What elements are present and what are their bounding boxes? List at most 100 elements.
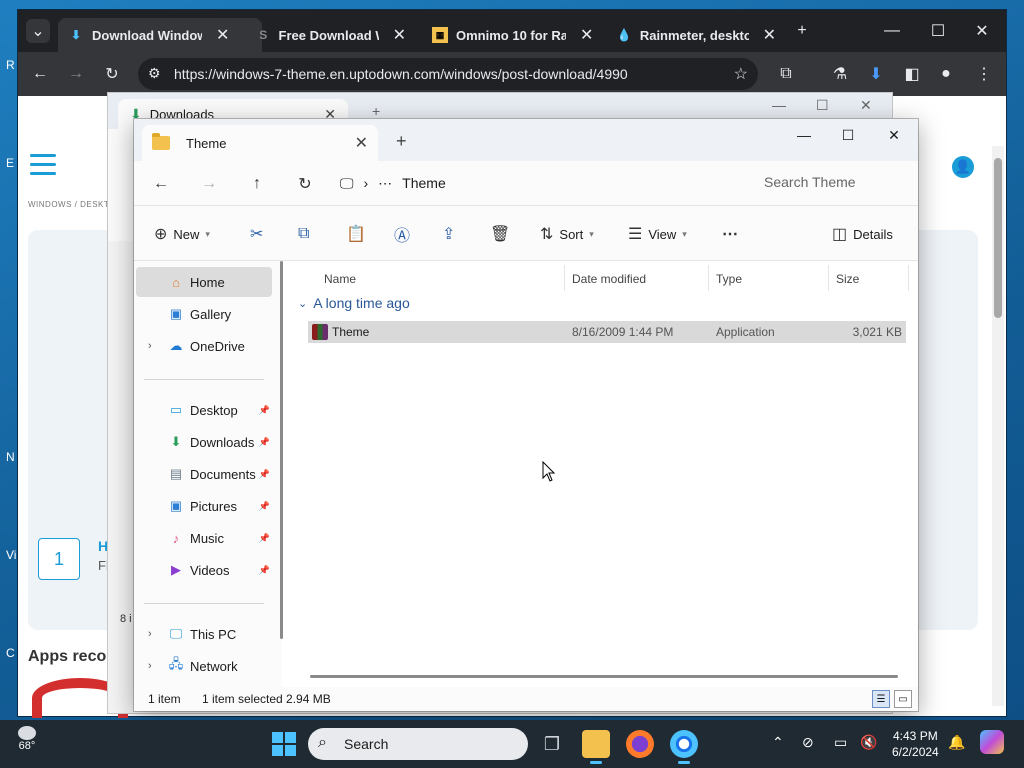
details-view-icon[interactable]: ☰ — [872, 690, 890, 708]
group-header[interactable]: ⌄ A long time ago — [298, 295, 410, 311]
delete-button[interactable]: 🗑 — [490, 222, 510, 246]
sidebar-item-downloads[interactable]: ⬇ Downloads 📌 — [136, 427, 272, 457]
column-divider[interactable] — [908, 265, 909, 291]
maximize-button[interactable]: ☐ — [926, 19, 950, 43]
site-user-icon[interactable]: 👤 — [952, 156, 974, 178]
address-breadcrumb[interactable]: 🖵 › ⋯ Theme — [340, 169, 736, 197]
copy-button[interactable]: ⧉ — [298, 222, 309, 246]
tab-search-button[interactable]: ⌄ — [26, 19, 50, 43]
profile-avatar-icon[interactable]: ● — [934, 62, 958, 86]
tiles-view-icon[interactable]: ▭ — [894, 690, 912, 708]
close-tab-icon[interactable]: ✕ — [355, 133, 368, 153]
column-divider[interactable] — [708, 265, 709, 291]
back-icon[interactable]: ← — [28, 62, 52, 86]
display-icon[interactable]: ▭ — [834, 734, 847, 751]
site-info-icon[interactable]: ⚙ — [148, 65, 161, 82]
column-header-type[interactable]: Type — [716, 267, 742, 291]
pin-icon[interactable]: 📌 — [259, 437, 270, 448]
explorer-tab-theme[interactable]: Theme ✕ — [142, 125, 378, 161]
column-header-size[interactable]: Size — [836, 267, 859, 291]
sidebar-item-gallery[interactable]: ▣ Gallery — [136, 299, 272, 329]
new-tab-icon[interactable]: + — [372, 103, 380, 119]
browser-tab-omnimo[interactable]: ▦ Omnimo 10 for Rain ✕ — [422, 18, 612, 52]
close-window-button[interactable]: ✕ — [860, 97, 872, 114]
chevron-right-icon[interactable]: › — [148, 340, 152, 352]
start-button[interactable] — [272, 732, 296, 756]
extensions-icon[interactable]: ⧉ — [774, 62, 798, 86]
close-tab-icon[interactable]: ✕ — [393, 25, 406, 45]
view-button[interactable]: ☰ View ▾ — [628, 222, 687, 246]
notification-bell-icon[interactable]: 🔔 — [948, 734, 965, 751]
chrome-taskbar-icon[interactable] — [670, 730, 698, 764]
browser-tab-free-download[interactable]: S Free Download Win ✕ — [246, 18, 416, 52]
close-tab-icon[interactable]: ✕ — [763, 25, 776, 45]
sidebar-item-home[interactable]: ⌂ Home — [136, 267, 272, 297]
new-button[interactable]: ⊕ New ▾ — [154, 222, 210, 246]
cut-button[interactable]: ✂ — [250, 222, 263, 246]
column-header-name[interactable]: Name — [324, 267, 356, 291]
sidebar-item-videos[interactable]: ▶ Videos 📌 — [136, 555, 272, 585]
pin-icon[interactable]: 📌 — [259, 469, 270, 480]
chevron-right-icon[interactable]: › — [148, 628, 152, 640]
maximize-button[interactable]: ☐ — [816, 97, 829, 114]
weather-widget[interactable]: 68° — [18, 726, 36, 752]
refresh-icon[interactable]: ↻ — [294, 173, 316, 195]
pin-icon[interactable]: 📌 — [259, 565, 270, 576]
column-header-date[interactable]: Date modified — [572, 267, 646, 291]
task-view-icon[interactable]: ❐ — [538, 730, 566, 758]
sidebar-item-desktop[interactable]: ▭ Desktop 📌 — [136, 395, 272, 425]
search-input[interactable]: Search Theme — [744, 167, 914, 197]
column-divider[interactable] — [828, 265, 829, 291]
minimize-button[interactable]: — — [880, 19, 904, 43]
minimize-button[interactable]: — — [772, 97, 786, 113]
network-offline-icon[interactable]: ⊘ — [802, 734, 814, 751]
details-pane-button[interactable]: ◫ Details — [832, 222, 893, 246]
scrollbar-thumb[interactable] — [994, 158, 1002, 318]
pin-icon[interactable]: 📌 — [259, 405, 270, 416]
breadcrumb-theme[interactable]: Theme — [402, 175, 446, 191]
up-icon[interactable]: ↑ — [246, 173, 268, 195]
new-tab-button[interactable]: + — [790, 19, 814, 43]
chevron-down-icon[interactable]: ⌄ — [298, 297, 307, 310]
volume-muted-icon[interactable]: 🔇 — [860, 734, 877, 751]
sidebar-item-documents[interactable]: ▤ Documents 📌 — [136, 459, 272, 489]
column-divider[interactable] — [564, 265, 565, 291]
close-tab-icon[interactable]: ✕ — [216, 25, 229, 45]
firefox-taskbar-icon[interactable] — [626, 730, 654, 758]
copilot-icon[interactable] — [980, 730, 1004, 754]
clock[interactable]: 4:43 PM 6/2/2024 — [892, 728, 939, 760]
sidebar-item-pictures[interactable]: ▣ Pictures 📌 — [136, 491, 272, 521]
pin-icon[interactable]: 📌 — [259, 533, 270, 544]
reload-icon[interactable]: ↻ — [100, 62, 124, 86]
minimize-button[interactable]: — — [784, 123, 824, 147]
browser-tab-rainmeter[interactable]: 💧 Rainmeter, desktop ✕ — [606, 18, 786, 52]
new-tab-icon[interactable]: + — [396, 131, 407, 152]
close-window-button[interactable]: ✕ — [874, 123, 914, 147]
address-bar[interactable]: ⚙ https://windows-7-theme.en.uptodown.co… — [138, 58, 758, 90]
sidebar-item-music[interactable]: ♪ Music 📌 — [136, 523, 272, 553]
sidebar-item-this-pc[interactable]: › 🖵 This PC — [136, 619, 272, 649]
back-icon[interactable]: ← — [150, 173, 172, 195]
menu-icon[interactable]: ⋮ — [972, 62, 996, 86]
file-explorer-taskbar-icon[interactable] — [582, 730, 610, 764]
hamburger-menu-icon[interactable] — [30, 154, 56, 176]
chevron-right-icon[interactable]: › — [148, 660, 152, 672]
sidebar-item-onedrive[interactable]: › ☁ OneDrive — [136, 331, 272, 361]
maximize-button[interactable]: ☐ — [828, 123, 868, 147]
browser-tab-uptodown[interactable]: ⬇ Download Windows ✕ — [58, 18, 262, 52]
navigation-pane-scrollbar[interactable] — [280, 261, 283, 639]
rename-button[interactable]: Ⓐ — [394, 222, 410, 246]
sort-button[interactable]: ⇅ Sort ▾ — [540, 222, 594, 246]
labs-icon[interactable]: ⚗ — [828, 62, 852, 86]
taskbar-search[interactable]: ⌕ Search — [308, 728, 528, 760]
close-window-button[interactable]: ✕ — [970, 19, 994, 43]
forward-icon[interactable]: → — [198, 173, 220, 195]
monitor-icon[interactable]: 🖵 — [340, 175, 354, 192]
close-tab-icon[interactable]: ✕ — [580, 25, 593, 45]
file-row[interactable]: Theme 8/16/2009 1:44 PM Application 3,02… — [308, 321, 906, 343]
bookmark-star-icon[interactable]: ☆ — [734, 64, 748, 84]
pin-icon[interactable]: 📌 — [259, 501, 270, 512]
downloads-icon[interactable]: ⬇ — [864, 62, 888, 86]
share-button[interactable]: ⇪ — [442, 222, 455, 246]
sidebar-item-network[interactable]: › 🖧 Network — [136, 651, 272, 681]
